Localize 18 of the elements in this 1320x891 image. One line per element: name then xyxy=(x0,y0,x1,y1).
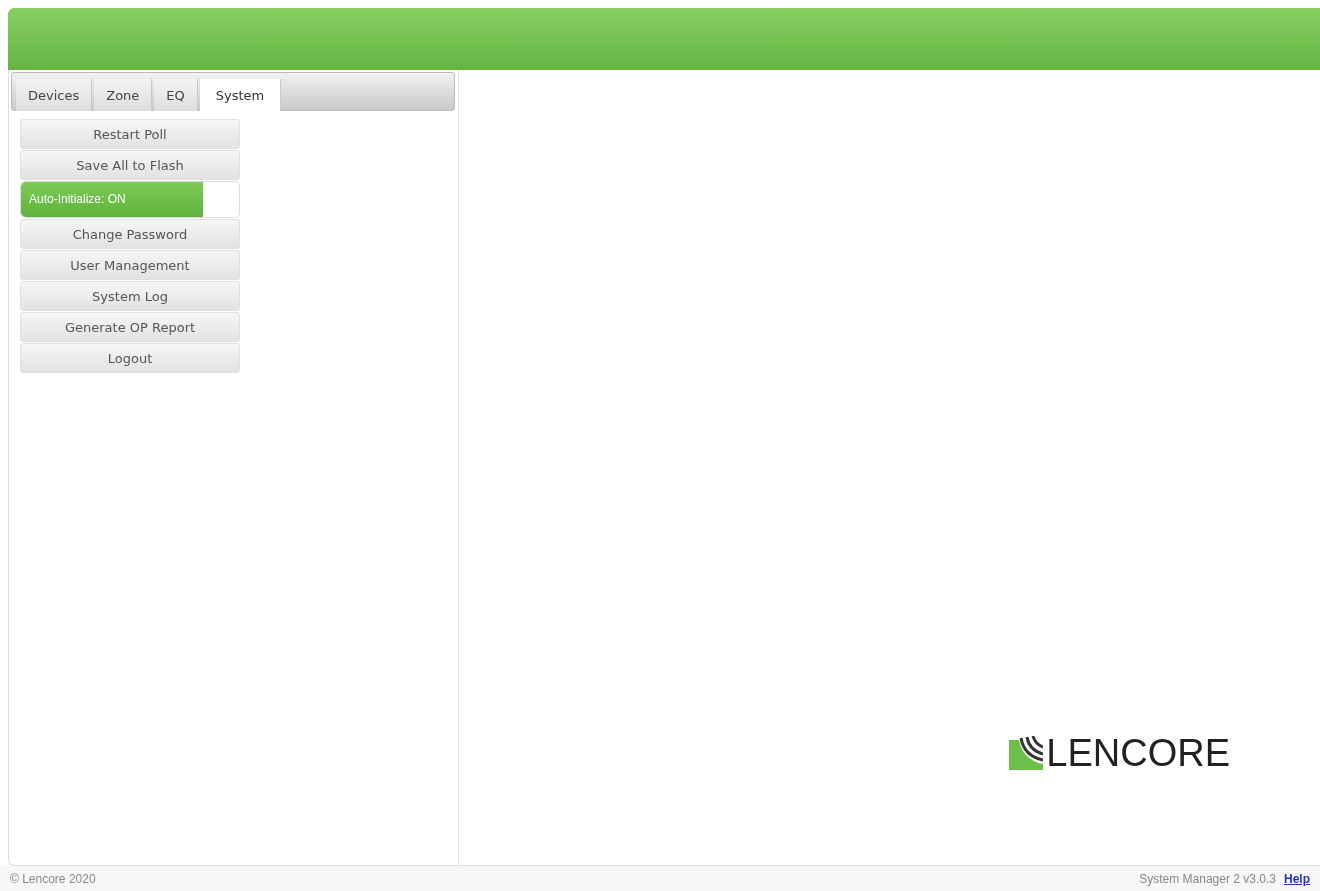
menu-button[interactable]: Restart Poll xyxy=(20,119,240,149)
logo-icon xyxy=(1009,736,1044,770)
menu-button[interactable]: Change Password xyxy=(20,219,240,249)
menu-button[interactable]: Save All to Flash xyxy=(20,150,240,180)
menu-button[interactable]: System Log xyxy=(20,281,240,311)
version-text: System Manager 2 v3.0.3 xyxy=(1139,871,1276,886)
menu-button[interactable]: Logout xyxy=(20,343,240,373)
copyright-text: © Lencore 2020 xyxy=(10,871,96,886)
menu-button[interactable]: User Management xyxy=(20,250,240,280)
toggle-knob xyxy=(203,182,239,217)
tab[interactable]: Devices xyxy=(16,79,93,111)
tab[interactable]: System xyxy=(199,79,282,111)
menu-button[interactable]: Generate OP Report xyxy=(20,312,240,342)
help-link[interactable]: Help xyxy=(1284,871,1310,886)
tab[interactable]: Zone xyxy=(94,79,153,111)
tab[interactable]: EQ xyxy=(154,79,198,111)
logo-text: LENCORE xyxy=(1046,736,1230,770)
toggle-label: Auto-Initialize: ON xyxy=(21,182,203,217)
